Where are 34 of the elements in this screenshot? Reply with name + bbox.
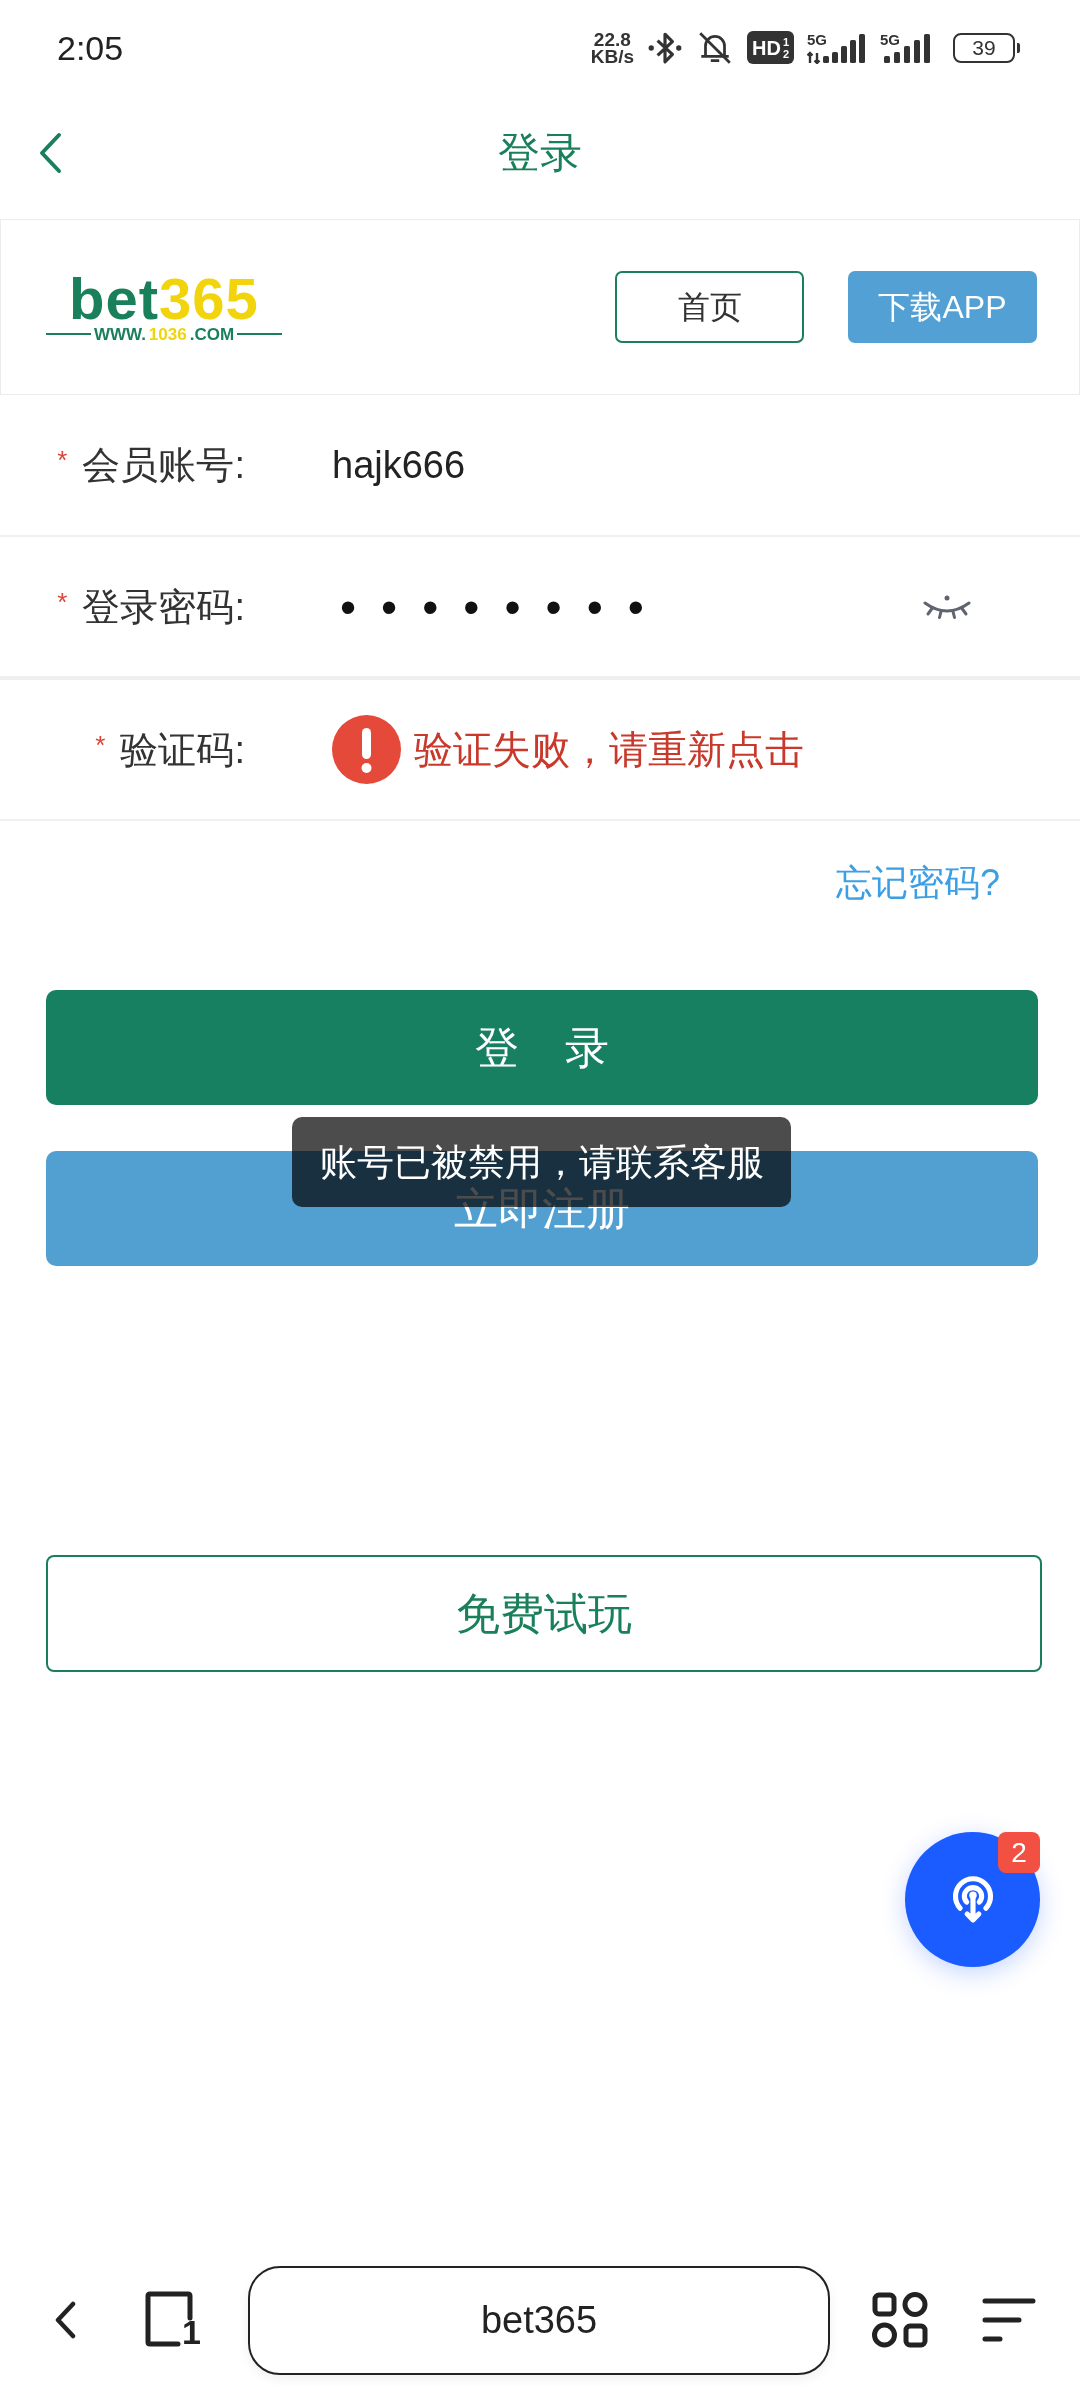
battery-indicator: 39: [953, 32, 1020, 63]
eye-closed-icon[interactable]: [922, 593, 972, 620]
notification-badge: 2: [998, 1832, 1040, 1873]
bluetooth-icon: [647, 30, 683, 65]
logo-url: WWW. 1036 .COM: [46, 325, 282, 343]
logo-wordmark: bet365: [69, 271, 259, 326]
network-type-label: 5G: [880, 31, 900, 47]
exclamation-icon: [332, 715, 401, 784]
login-button[interactable]: 登 录: [46, 990, 1038, 1105]
field-label: 验证码:: [120, 730, 245, 769]
back-chevron-icon: [54, 2301, 76, 2339]
field-label: 登录密码:: [82, 587, 245, 626]
home-button[interactable]: 首页: [615, 271, 804, 343]
download-app-button[interactable]: 下载APP: [848, 271, 1037, 343]
address-field[interactable]: bet365: [248, 2265, 830, 2375]
tabs-button[interactable]: 1: [145, 2291, 205, 2349]
apps-grid-button[interactable]: [870, 2290, 930, 2350]
required-asterisk: *: [57, 588, 68, 615]
network-type-label: 5G: [807, 31, 827, 47]
username-field[interactable]: hajk666: [332, 446, 466, 484]
required-asterisk: *: [95, 731, 106, 758]
page-title: 登录: [498, 131, 582, 174]
floating-action-button[interactable]: 2: [905, 1832, 1040, 1967]
captcha-retry-button[interactable]: 验证失败，请重新点击: [332, 715, 804, 784]
password-field[interactable]: ••••••••: [332, 583, 669, 630]
back-chevron-icon: [38, 131, 62, 174]
field-label: 会员账号:: [82, 446, 245, 484]
required-asterisk: *: [57, 447, 68, 473]
status-time: 2:05: [57, 30, 124, 65]
free-trial-button[interactable]: 免费试玩: [46, 1555, 1042, 1672]
forgot-password-link[interactable]: 忘记密码?: [835, 865, 1000, 901]
network-speed: 22.8 KB/s: [590, 30, 634, 65]
grid-icon: [871, 2291, 929, 2349]
menu-icon: [982, 2296, 1036, 2344]
